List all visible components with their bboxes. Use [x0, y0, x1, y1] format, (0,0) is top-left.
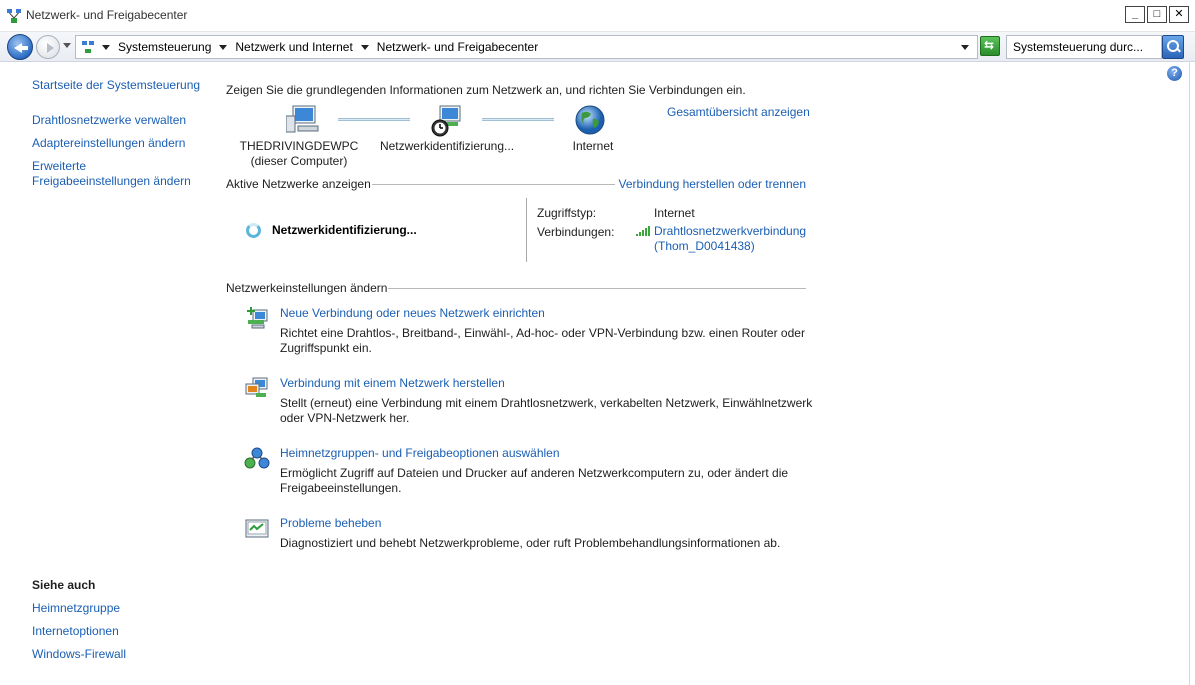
task-homegroup: Heimnetzgruppen- und Freigabeoptionen au…	[244, 446, 814, 498]
map-network-name[interactable]: Netzwerkidentifizierung...	[372, 139, 522, 154]
page-intro: Zeigen Sie die grundlegenden Information…	[226, 83, 746, 97]
network-center-icon	[7, 9, 21, 23]
see-also-heading: Siehe auch	[32, 578, 96, 592]
unidentified-network-icon	[431, 105, 461, 137]
divider	[372, 184, 618, 185]
task-connect-network: Verbindung mit einem Netzwerk herstellen…	[244, 376, 814, 428]
access-type-label: Zugriffstyp:	[537, 206, 597, 220]
signal-strength-icon	[636, 226, 650, 236]
map-computer-sub: (dieser Computer)	[250, 154, 348, 168]
wireless-connection-ssid[interactable]: (Thom_D0041438)	[654, 239, 755, 254]
connections-label: Verbindungen:	[537, 225, 615, 239]
task-connect-network-desc: Stellt (erneut) eine Verbindung mit eine…	[280, 396, 813, 425]
settings-header: Netzwerkeinstellungen ändern	[226, 281, 806, 295]
full-map-link[interactable]: Gesamtübersicht anzeigen	[667, 105, 810, 119]
sidebar-link-manage-wireless[interactable]: Drahtlosnetzwerke verwalten	[32, 113, 186, 128]
homegroup-icon	[244, 447, 270, 469]
window-title: Netzwerk- und Freigabecenter	[26, 8, 188, 22]
chevron-down-icon[interactable]	[219, 44, 228, 50]
map-connection-line	[482, 118, 554, 121]
task-troubleshoot-desc: Diagnostiziert und behebt Netzwerkproble…	[280, 536, 781, 550]
search-input[interactable]: Systemsteuerung durc...	[1006, 35, 1162, 59]
address-field[interactable]: Systemsteuerung Netzwerk und Internet Ne…	[75, 35, 978, 59]
active-networks-header: Aktive Netzwerke anzeigen Verbindung her…	[226, 177, 806, 191]
new-connection-icon	[247, 307, 268, 329]
recent-pages-dropdown[interactable]	[63, 43, 71, 48]
breadcrumb-freigabecenter[interactable]: Netzwerk- und Freigabecenter	[377, 40, 538, 54]
task-connect-network-link[interactable]: Verbindung mit einem Netzwerk herstellen	[280, 376, 505, 390]
task-troubleshoot: Probleme beheben Diagnostiziert und behe…	[244, 516, 814, 556]
refresh-button[interactable]	[980, 36, 1000, 56]
sidebar-link-advanced-sharing-line2[interactable]: Freigabeeinstellungen ändern	[32, 174, 191, 189]
chevron-down-icon[interactable]	[102, 44, 110, 50]
search-icon[interactable]	[1162, 35, 1184, 59]
task-new-connection-desc: Richtet eine Drahtlos-, Breitband-, Einw…	[280, 326, 805, 355]
task-homegroup-link[interactable]: Heimnetzgruppen- und Freigabeoptionen au…	[280, 446, 560, 460]
active-networks-title: Aktive Netzwerke anzeigen	[226, 177, 371, 191]
control-panel-icon	[82, 41, 94, 53]
task-troubleshoot-link[interactable]: Probleme beheben	[280, 516, 381, 530]
globe-icon	[575, 105, 605, 135]
see-also-homegroup[interactable]: Heimnetzgruppe	[32, 601, 120, 616]
maximize-button[interactable]: □	[1147, 6, 1167, 23]
busy-spinner-icon	[246, 223, 261, 238]
task-new-connection-link[interactable]: Neue Verbindung oder neues Netzwerk einr…	[280, 306, 545, 320]
minimize-button[interactable]: _	[1125, 6, 1145, 23]
wireless-connection-link[interactable]: Drahtlosnetzwerkverbindung	[654, 224, 806, 239]
chevron-down-icon[interactable]	[360, 44, 369, 50]
divider	[526, 198, 527, 262]
see-also-firewall[interactable]: Windows-Firewall	[32, 647, 126, 662]
active-network-name: Netzwerkidentifizierung...	[272, 223, 417, 237]
see-also-internet-options[interactable]: Internetoptionen	[32, 624, 119, 639]
address-history-dropdown[interactable]	[961, 45, 969, 50]
help-icon[interactable]: ?	[1167, 66, 1182, 81]
active-network-panel: Netzwerkidentifizierung... Zugriffstyp: …	[226, 196, 806, 264]
map-internet[interactable]: Internet	[556, 139, 630, 154]
troubleshoot-icon	[245, 519, 269, 538]
back-button[interactable]	[7, 34, 33, 60]
window-frame-edge	[1189, 62, 1195, 685]
title-bar: Netzwerk- und Freigabecenter _ □ ✕	[0, 0, 1195, 32]
task-new-connection: Neue Verbindung oder neues Netzwerk einr…	[244, 306, 814, 358]
sidebar-link-advanced-sharing-line1[interactable]: Erweiterte	[32, 159, 86, 174]
sidebar: Startseite der Systemsteuerung Drahtlosn…	[0, 62, 210, 685]
forward-button[interactable]	[36, 35, 60, 59]
sidebar-link-adapter-settings[interactable]: Adaptereinstellungen ändern	[32, 136, 185, 151]
access-type-value: Internet	[654, 206, 695, 220]
breadcrumb-systemsteuerung[interactable]: Systemsteuerung	[118, 40, 211, 54]
connect-disconnect-link[interactable]: Verbindung herstellen oder trennen	[614, 177, 806, 191]
task-homegroup-desc: Ermöglicht Zugriff auf Dateien und Druck…	[280, 466, 789, 495]
map-connection-line	[338, 118, 410, 121]
computer-icon	[286, 105, 319, 133]
map-computer-name[interactable]: THEDRIVINGDEWPC	[238, 139, 360, 154]
address-bar: Systemsteuerung Netzwerk und Internet Ne…	[0, 32, 1195, 62]
sidebar-link-home[interactable]: Startseite der Systemsteuerung	[32, 78, 200, 93]
close-button[interactable]: ✕	[1169, 6, 1189, 23]
divider	[388, 288, 806, 289]
settings-title: Netzwerkeinstellungen ändern	[226, 281, 388, 295]
breadcrumb-netzwerk-internet[interactable]: Netzwerk und Internet	[235, 40, 352, 54]
connect-network-icon	[245, 377, 268, 397]
